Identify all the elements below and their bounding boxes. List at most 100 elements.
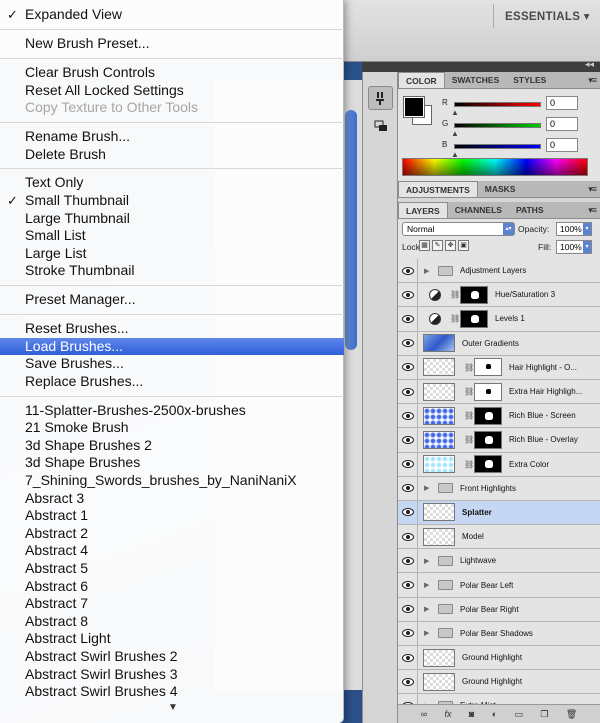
menu-item[interactable]: Small List [0, 227, 344, 245]
layer-row[interactable]: Ground Highlight [398, 670, 600, 695]
tab-styles[interactable]: STYLES [506, 72, 553, 88]
clone-source-icon[interactable] [368, 114, 393, 138]
visibility-eye-icon[interactable] [398, 283, 418, 307]
visibility-eye-icon[interactable] [398, 621, 418, 645]
scroll-down-arrow-icon[interactable]: ▼ [168, 702, 178, 713]
visibility-eye-icon[interactable] [398, 428, 418, 452]
link-icon[interactable]: ⛓ [450, 290, 460, 299]
layer-row[interactable]: ▶ Polar Bear Left [398, 573, 600, 598]
collapse-arrows-icon[interactable]: ◂◂ [585, 59, 594, 70]
visibility-eye-icon[interactable] [398, 573, 418, 597]
tab-channels[interactable]: CHANNELS [448, 202, 509, 218]
red-bar[interactable] [454, 102, 541, 107]
menu-item[interactable]: Load Brushes... [0, 337, 344, 356]
fill-input[interactable]: 100% ▾ [556, 240, 592, 254]
layer-thumbnail[interactable] [423, 334, 455, 353]
layer-row[interactable]: ▶ Adjustment Layers [398, 259, 600, 284]
layer-row[interactable]: ⛓ Rich Blue - Overlay [398, 428, 600, 453]
visibility-eye-icon[interactable] [398, 452, 418, 476]
trash-icon[interactable]: 🗑 [566, 709, 577, 720]
adjustment-icon[interactable]: ◐ [492, 709, 497, 719]
panel-menu-icon[interactable]: ▾≡ [588, 184, 597, 195]
brush-panel-icon[interactable] [368, 86, 393, 110]
layer-row[interactable]: ▶Extra Mist [398, 694, 600, 704]
visibility-eye-icon[interactable] [398, 597, 418, 621]
panel-menu-icon[interactable]: ▾≡ [588, 75, 597, 86]
menu-item[interactable]: Text Only [0, 174, 344, 192]
menu-item[interactable]: 11-Splatter-Brushes-2500x-brushes [0, 402, 344, 420]
menu-item[interactable]: Clear Brush Controls [0, 64, 344, 82]
layer-thumbnail[interactable] [423, 672, 455, 691]
visibility-eye-icon[interactable] [398, 379, 418, 404]
layer-row[interactable]: ⛓ Extra Hair Highligh... [398, 379, 600, 405]
layer-thumbnail[interactable] [423, 527, 455, 546]
menu-item[interactable]: 3d Shape Brushes [0, 454, 344, 472]
visibility-eye-icon[interactable] [398, 500, 418, 525]
expand-triangle-icon[interactable]: ▶ [424, 267, 432, 275]
tab-paths[interactable]: PATHS [509, 202, 551, 218]
menu-item[interactable]: Rename Brush... [0, 128, 344, 146]
expand-triangle-icon[interactable]: ▶ [424, 557, 432, 565]
menu-item[interactable]: Abstract 2 [0, 525, 344, 543]
dropdown-arrow-icon[interactable]: ▾ [583, 241, 591, 253]
color-spectrum[interactable] [402, 158, 588, 176]
link-icon[interactable]: ⛓ [450, 314, 460, 323]
menu-item[interactable]: Stroke Thumbnail [0, 262, 344, 280]
layer-row[interactable]: ▶ Polar Bear Right [398, 597, 600, 622]
panel-menu-icon[interactable]: ▾≡ [588, 205, 597, 216]
menu-item[interactable]: Abstract 5 [0, 560, 344, 578]
workspace-switcher[interactable]: ESSENTIALS ▾ [505, 9, 590, 23]
new-layer-icon[interactable]: ❐ [540, 709, 548, 720]
layer-mask-thumbnail[interactable] [460, 285, 488, 304]
tab-masks[interactable]: MASKS [478, 181, 523, 197]
menu-item[interactable]: 7_Shining_Swords_brushes_by_NaniNaniX [0, 472, 344, 490]
lock-pixels-icon[interactable]: ✎ [432, 240, 443, 251]
visibility-eye-icon[interactable] [398, 646, 418, 670]
visibility-eye-icon[interactable] [398, 404, 418, 428]
layer-row[interactable]: Ground Highlight [398, 646, 600, 671]
blue-value-input[interactable]: 0 [546, 138, 578, 152]
opacity-input[interactable]: 100% ▾ [556, 222, 592, 236]
visibility-eye-icon[interactable] [398, 525, 418, 549]
green-value-input[interactable]: 0 [546, 117, 578, 131]
menu-item[interactable]: Reset Brushes... [0, 320, 344, 338]
menu-item[interactable]: Delete Brush [0, 146, 344, 164]
lock-all-icon[interactable]: ▣ [458, 240, 469, 251]
layer-mask-thumbnail[interactable] [474, 358, 502, 377]
slider-thumb-icon[interactable]: ▲ [451, 108, 459, 117]
layer-mask-thumbnail[interactable] [474, 406, 502, 425]
menu-item[interactable]: Preset Manager... [0, 291, 344, 309]
menu-item[interactable]: Abstract Light [0, 630, 344, 648]
slider-thumb-icon[interactable]: ▲ [451, 129, 459, 138]
menu-item[interactable]: Absract 3 [0, 490, 344, 508]
layer-thumbnail[interactable] [423, 648, 455, 667]
menu-item[interactable]: Abstract 4 [0, 542, 344, 560]
menu-item[interactable]: ✓ Expanded View [0, 6, 344, 24]
layer-thumbnail[interactable] [423, 406, 455, 425]
scrollbar[interactable] [345, 110, 357, 350]
tab-adjustments[interactable]: ADJUSTMENTS [398, 181, 478, 197]
red-value-input[interactable]: 0 [546, 96, 578, 110]
menu-item[interactable]: 21 Smoke Brush [0, 419, 344, 437]
tab-swatches[interactable]: SWATCHES [445, 72, 507, 88]
foreground-color-swatch[interactable] [403, 96, 425, 118]
layer-row[interactable]: ⛓ Levels 1 [398, 307, 600, 332]
mask-icon[interactable]: ◙ [469, 709, 474, 719]
lock-position-icon[interactable]: ✥ [445, 240, 456, 251]
dropdown-arrow-icon[interactable]: ▾ [583, 223, 591, 235]
menu-item[interactable]: Abstract Swirl Brushes 4 [0, 683, 344, 701]
menu-item[interactable]: Abstract Swirl Brushes 3 [0, 666, 344, 684]
visibility-eye-icon[interactable] [398, 549, 418, 573]
menu-item[interactable]: ✓ Small Thumbnail [0, 192, 344, 210]
green-bar[interactable] [454, 123, 541, 128]
visibility-eye-icon[interactable] [398, 476, 418, 500]
link-icon[interactable]: ⛓ [464, 363, 474, 372]
layer-row[interactable]: Model [398, 525, 600, 550]
visibility-eye-icon[interactable] [398, 331, 418, 355]
visibility-eye-icon[interactable] [398, 307, 418, 331]
layer-row[interactable]: Splatter [398, 500, 600, 526]
expand-triangle-icon[interactable]: ▶ [424, 484, 432, 492]
layer-mask-thumbnail[interactable] [474, 382, 502, 401]
link-icon[interactable]: ⛓ [464, 387, 474, 396]
layer-row[interactable]: ⛓ Hue/Saturation 3 [398, 283, 600, 308]
